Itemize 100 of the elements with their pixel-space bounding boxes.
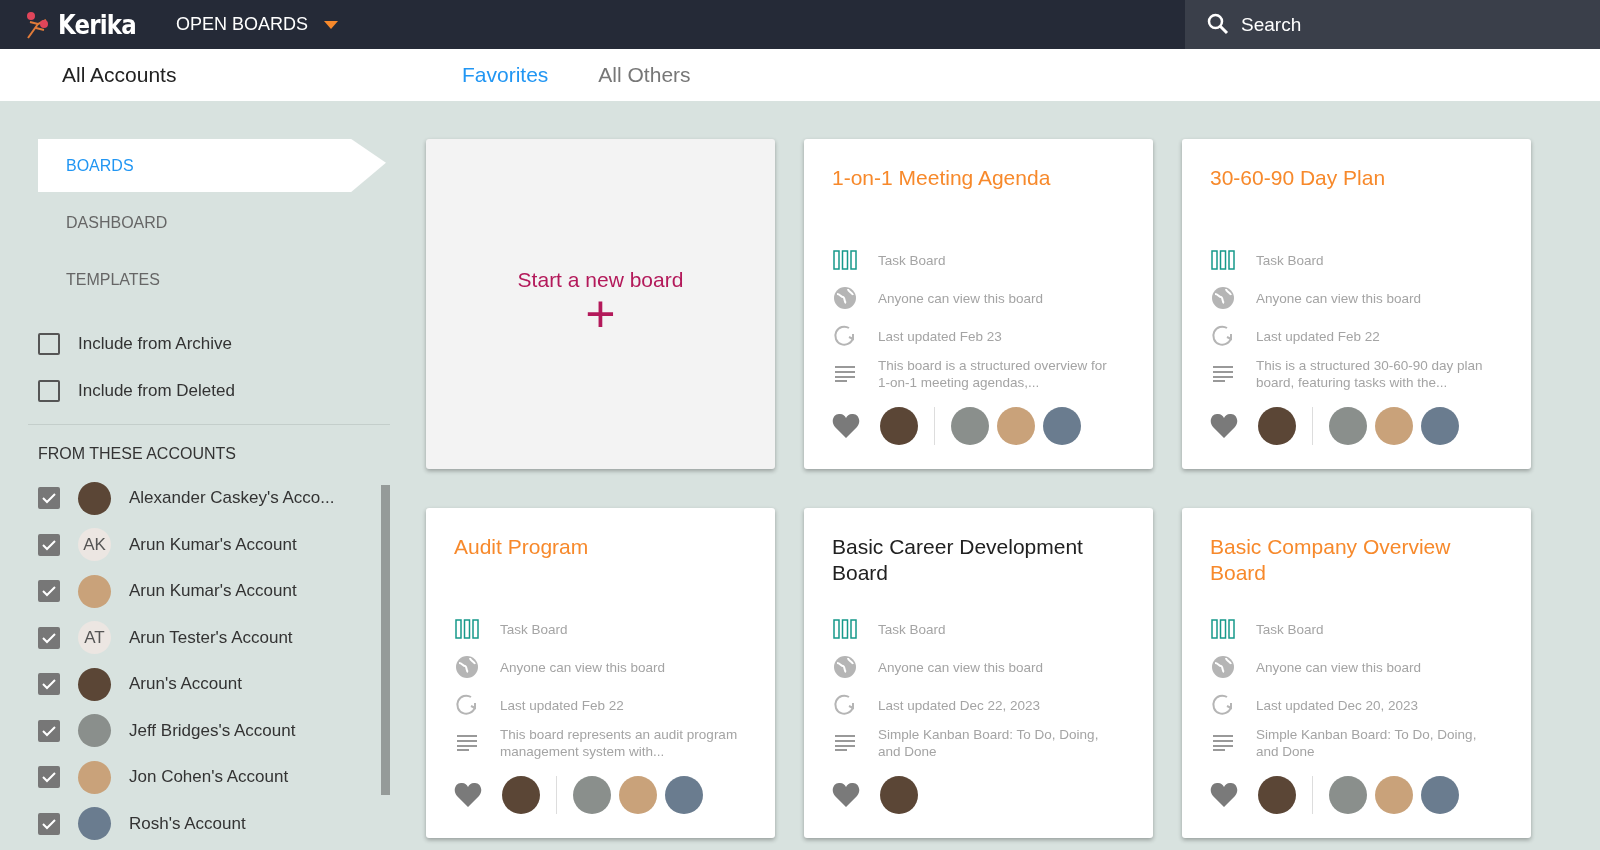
board-type: Task Board [500,620,569,638]
updated-text: Last updated Feb 22 [500,696,625,714]
board-card[interactable]: 30-60-90 Day Plan Task Board Anyone can view this board Last updated Feb 22 This is a structured 30-60-90 day plan board, featuring tasks with the... [1182,139,1531,469]
account-name: Arun's Account [129,674,242,695]
account-name: Rosh's Account [129,813,246,834]
account-selector[interactable]: All Accounts [62,63,452,87]
heart-icon[interactable] [832,782,860,808]
board-title[interactable]: Audit Program [454,534,747,610]
text-lines-icon [1213,366,1233,382]
new-board-card[interactable]: Start a new board + [426,139,775,469]
checkbox[interactable] [38,626,60,649]
avatar [880,407,918,445]
board-card[interactable]: 1-on-1 Meeting Agenda Task Board Anyone can view this board Last updated Feb 23 This board is a structured overview for 1-on-1 meeting agendas,... [804,139,1153,469]
board-title[interactable]: Basic Career Development Board [832,534,1125,610]
checkbox[interactable] [38,673,60,696]
avatar [502,776,540,814]
board-type: Task Board [1256,251,1325,269]
section-heading: FROM THESE ACCOUNTS [37,445,237,463]
checkbox[interactable] [38,812,60,835]
account-name: Jeff Bridges's Account [129,720,296,741]
checkbox[interactable] [38,533,60,556]
checkbox[interactable] [38,487,60,510]
avatar [1258,407,1296,445]
avatar [951,407,989,445]
scrollbar[interactable] [381,485,390,795]
avatar [619,776,657,814]
avatar [78,714,111,748]
board-title[interactable]: 1-on-1 Meeting Agenda [832,165,1125,241]
globe-icon [833,655,857,679]
refresh-icon [833,693,857,717]
updated-text: Last updated Dec 22, 2023 [878,696,1042,714]
board-type: Task Board [878,620,947,638]
avatar [573,776,611,814]
checkbox[interactable] [38,719,60,742]
refresh-icon [455,693,479,717]
checkbox[interactable] [38,379,60,402]
checkbox-label: Include from Deleted [78,380,235,401]
refresh-icon [1211,324,1235,348]
columns-icon [455,619,479,639]
board-title[interactable]: 30-60-90 Day Plan [1210,165,1503,241]
updated-text: Last updated Feb 22 [1256,327,1381,345]
tab[interactable]: All Others [588,57,701,93]
avatar [997,407,1035,445]
avatar [1043,407,1081,445]
board-type: Task Board [878,251,947,269]
board-description: This board represents an audit program management system with... [500,726,739,760]
updated-text: Last updated Dec 20, 2023 [1256,696,1420,714]
checkbox[interactable] [38,580,60,603]
avatar [78,481,111,515]
heart-icon[interactable] [1210,782,1238,808]
text-lines-icon [457,735,477,751]
caret-icon [324,20,339,29]
account-name: Jon Cohen's Account [129,767,289,788]
account-name: Alexander Caskey's Acco... [129,488,335,509]
checkbox[interactable] [38,332,60,355]
avatar [78,574,111,608]
columns-icon [833,250,857,270]
heart-icon[interactable] [832,413,860,439]
visibility-text: Anyone can view this board [878,289,1045,307]
account-name: Arun Kumar's Account [129,581,297,602]
columns-icon [1211,250,1235,270]
avatar [880,776,918,814]
refresh-icon [833,324,857,348]
open-boards-menu[interactable]: OPEN BOARDS [170,13,345,36]
board-card[interactable]: Audit Program Task Board Anyone can view this board Last updated Feb 22 This board represents an audit program management system with... [426,508,775,838]
checkbox[interactable] [38,766,60,789]
avatar [1421,407,1459,445]
refresh-icon [1211,693,1235,717]
flower-logo-icon [24,9,50,40]
avatar [1375,776,1413,814]
nav-item[interactable]: TEMPLATES [38,253,386,306]
avatar [1258,776,1296,814]
search-field[interactable]: Search [1185,0,1600,49]
avatar [665,776,703,814]
globe-icon [455,655,479,679]
text-lines-icon [835,735,855,751]
board-title[interactable]: Basic Company Overview Board [1210,534,1503,610]
nav-item[interactable]: BOARDS [38,139,386,192]
logo: Kerika [58,9,136,40]
board-description: This is a structured 30-60-90 day plan board, featuring tasks with the... [1256,357,1484,391]
checkbox-label: Include from Archive [78,333,232,354]
board-description: Simple Kanban Board: To Do, Doing, and Done [1256,726,1478,760]
globe-icon [1211,286,1235,310]
visibility-text: Anyone can view this board [1256,658,1423,676]
heart-icon[interactable] [454,782,482,808]
board-card[interactable]: Basic Company Overview Board Task Board Anyone can view this board Last updated Dec 20, 2023 Simple Kanban Board: To Do, Doing, and Done [1182,508,1531,838]
text-lines-icon [835,366,855,382]
heart-icon[interactable] [1210,413,1238,439]
avatar [1329,407,1367,445]
initials-avatar: AT [78,621,111,655]
avatar [1421,776,1459,814]
avatar [1375,407,1413,445]
tab[interactable]: Favorites [452,57,559,93]
board-description: This board is a structured overview for 1-on-1 meeting agendas,... [878,357,1108,391]
visibility-text: Anyone can view this board [1256,289,1423,307]
avatar [78,667,111,701]
board-card[interactable]: Basic Career Development Board Task Board Anyone can view this board Last updated Dec 22, 2023 Simple Kanban Board: To Do, Doing, and Done [804,508,1153,838]
avatar [1329,776,1367,814]
visibility-text: Anyone can view this board [878,658,1045,676]
nav-item[interactable]: DASHBOARD [38,196,386,249]
